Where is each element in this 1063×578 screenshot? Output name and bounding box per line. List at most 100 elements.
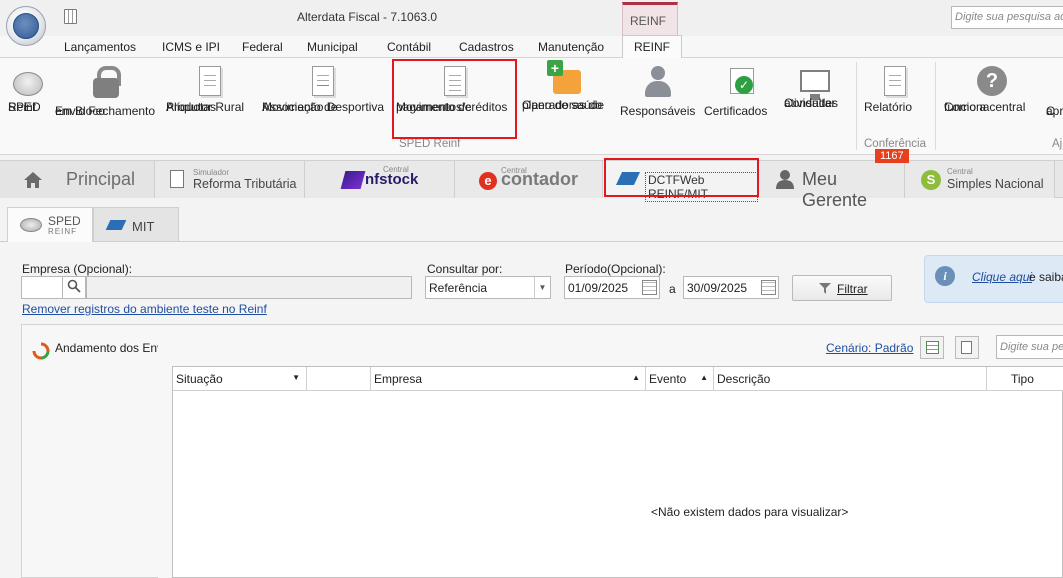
app-logo-icon xyxy=(13,13,39,39)
tab-municipal[interactable]: Municipal xyxy=(307,40,358,54)
apresentacao-button[interactable]: C apr xyxy=(1046,66,1063,118)
tab-icms-ipi[interactable]: ICMS e IPI xyxy=(162,40,220,54)
user-icon xyxy=(776,170,794,189)
refresh-progress-icon xyxy=(32,342,50,360)
andamento-panel: Andamento dos Envios xyxy=(21,324,178,578)
info-banner: i Clique aqui e saiba xyxy=(924,255,1063,303)
calendar-icon[interactable] xyxy=(761,280,776,295)
date-to-input[interactable]: 30/09/2025 xyxy=(683,276,779,299)
contextual-tab-header: REINF xyxy=(622,2,678,36)
document-list-icon xyxy=(312,66,334,96)
tab-simulador-reforma[interactable]: Simulador Reforma Tributária xyxy=(155,161,305,198)
nfstock-logo-icon xyxy=(340,171,366,189)
envio-fechamento-button[interactable]: Envio Fechamento em Bloco xyxy=(55,66,157,118)
operadoras-plano-button[interactable]: Operadoras do plano de saúde xyxy=(522,60,612,112)
lock-icon xyxy=(93,66,121,100)
dropdown-arrow-icon: ▼ xyxy=(292,373,300,382)
info-icon: i xyxy=(935,266,955,286)
tab-federal[interactable]: Federal xyxy=(242,40,283,54)
cenario-link[interactable]: Cenário: Padrão xyxy=(826,341,913,355)
health-plan-icon xyxy=(547,60,581,94)
remove-test-records-link[interactable]: Remover registros do ambiente teste no R… xyxy=(22,302,267,316)
cursor-select-icon xyxy=(961,341,972,354)
person-add-icon xyxy=(644,66,672,100)
select-columns-button[interactable] xyxy=(955,336,979,359)
column-header-situacao[interactable]: Situação ▼ xyxy=(173,367,307,391)
relatorio-button[interactable]: Relatório xyxy=(864,66,926,114)
spreadsheet-icon xyxy=(926,341,939,354)
ribbon-tabs: Lançamentos ICMS e IPI Federal Municipal… xyxy=(0,35,1063,58)
tab-cadastros[interactable]: Cadastros xyxy=(459,40,514,54)
home-icon xyxy=(24,172,42,188)
monitor-icon xyxy=(800,70,830,100)
report-icon xyxy=(884,66,906,96)
column-header-evento[interactable]: Evento ▲ xyxy=(646,367,714,391)
chevron-down-icon: ▼ xyxy=(534,277,550,298)
consultar-atividades-button[interactable]: Consultar atividades xyxy=(784,66,846,110)
simples-logo-icon: S xyxy=(921,170,941,190)
ribbon: SPED Reinf Envio Fechamento em Bloco Alí… xyxy=(0,58,1063,155)
consultar-select[interactable]: Referência ▼ xyxy=(425,276,551,299)
calendar-icon[interactable] xyxy=(642,280,657,295)
mit-logo-icon xyxy=(105,220,127,230)
date-separator: a xyxy=(669,282,676,296)
subtab-sped-reinf[interactable]: SPED REINF xyxy=(7,207,93,242)
title-bar: Alterdata Fiscal - 7.1063.0 REINF Digite… xyxy=(0,0,1063,46)
filtrar-button[interactable]: Filtrar xyxy=(792,275,892,301)
tab-lancamentos[interactable]: Lançamentos xyxy=(64,40,136,54)
tab-principal[interactable]: Principal xyxy=(0,161,155,198)
empresa-code-input[interactable] xyxy=(21,276,63,299)
notification-badge: 1167 xyxy=(875,149,909,163)
export-button[interactable] xyxy=(920,336,944,359)
contador-logo-icon: e xyxy=(479,172,497,190)
tab-manutencao[interactable]: Manutenção xyxy=(538,40,604,54)
tab-contabil[interactable]: Contábil xyxy=(387,40,431,54)
document-icon xyxy=(199,66,221,96)
consultar-label: Consultar por: xyxy=(427,262,503,276)
sort-ascending-icon: ▲ xyxy=(700,373,708,382)
tab-central-simples[interactable]: S Central Simples Nacional xyxy=(905,161,1055,198)
info-link[interactable]: Clique aqui xyxy=(972,270,1032,284)
highlight-box xyxy=(604,158,759,197)
sped-reinf-button[interactable]: SPED Reinf xyxy=(8,66,48,114)
empresa-name-field xyxy=(86,276,412,299)
como-central-funciona-button[interactable]: ? Como a central funciona xyxy=(944,66,1040,114)
group-label-sped-reinf: SPED Reinf xyxy=(399,138,461,150)
empty-grid-message: <Não existem dados para visualizar> xyxy=(651,505,849,519)
empresa-label: Empresa (Opcional): xyxy=(22,262,133,276)
sped-disk-icon xyxy=(20,218,42,232)
search-icon xyxy=(67,279,81,293)
envios-grid: Situação ▼ Empresa ▲ Evento ▲ Descrição … xyxy=(172,366,1063,578)
main-tab-strip: Principal Simulador Reforma Tributária C… xyxy=(0,160,1063,210)
movimento-associacao-button[interactable]: Movimento de Associação Desportiva xyxy=(262,66,384,114)
group-separator xyxy=(935,62,936,150)
grid-search-input[interactable]: Digite sua pes xyxy=(996,335,1063,359)
column-header-empresa[interactable]: Empresa ▲ xyxy=(371,367,646,391)
calculator-icon[interactable] xyxy=(64,9,77,24)
filter-icon xyxy=(819,283,831,294)
group-label-ajuda: Aj xyxy=(1052,138,1063,150)
help-icon: ? xyxy=(977,66,1007,96)
app-menu-button[interactable] xyxy=(6,6,46,46)
calculator-icon xyxy=(170,170,184,188)
tab-reinf[interactable]: REINF xyxy=(622,35,682,58)
date-from-input[interactable]: 01/09/2025 xyxy=(564,276,660,299)
sort-ascending-icon: ▲ xyxy=(632,373,640,382)
column-header-blank[interactable] xyxy=(307,367,371,391)
tab-central-nfstock[interactable]: Central nfstock xyxy=(305,161,455,198)
group-separator xyxy=(856,62,857,150)
tab-central-contador[interactable]: e Central contador xyxy=(455,161,603,198)
column-header-tipo[interactable]: Tipo xyxy=(987,367,1063,391)
subtab-mit[interactable]: MIT xyxy=(93,207,179,241)
top-search-input[interactable]: Digite sua pesquisa aqui xyxy=(951,6,1063,29)
tab-meu-gerente[interactable]: Meu Gerente xyxy=(759,161,905,210)
column-header-descricao[interactable]: Descrição xyxy=(714,367,987,391)
periodo-label: Período(Opcional): xyxy=(565,262,666,276)
certificados-button[interactable]: Certificados xyxy=(704,66,778,118)
highlight-box xyxy=(392,59,517,139)
sped-disk-icon xyxy=(13,72,43,96)
responsaveis-button[interactable]: Responsáveis xyxy=(620,66,696,118)
aliquotas-produtor-button[interactable]: Alíquotas Produtor Rural xyxy=(166,66,254,114)
empresa-search-button[interactable] xyxy=(62,276,86,299)
certificate-icon xyxy=(727,66,755,100)
